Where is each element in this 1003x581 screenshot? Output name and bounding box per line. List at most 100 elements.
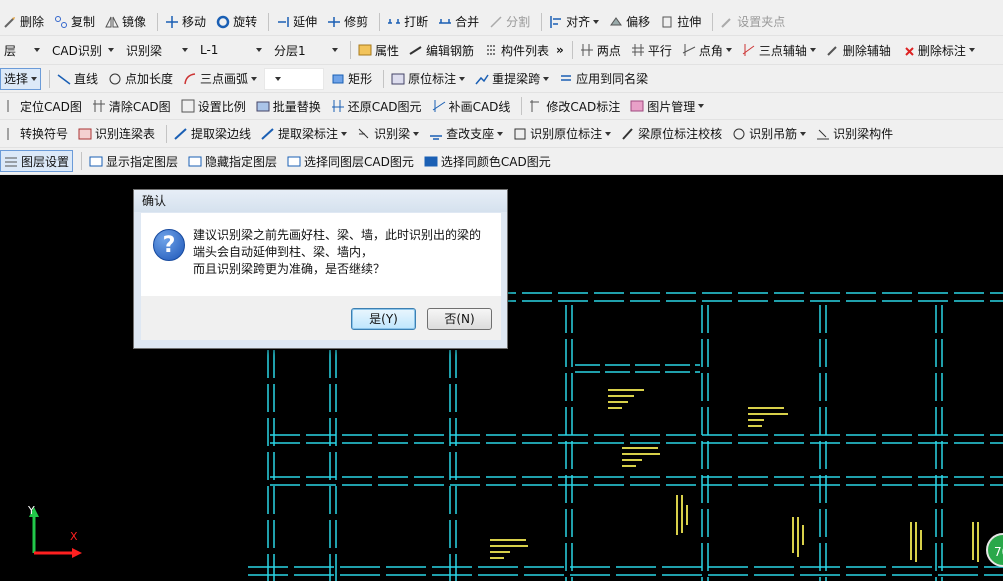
floor-select[interactable]: 分层1 <box>270 39 342 61</box>
point-angle-icon <box>682 44 696 56</box>
three-point-arc-button[interactable]: 三点画弧 <box>180 68 260 90</box>
delete-button[interactable]: 删除 <box>0 11 47 33</box>
scale-icon <box>181 99 195 113</box>
two-points-button[interactable]: 两点 <box>577 39 624 61</box>
select-same-layer-button[interactable]: 选择同图层CAD图元 <box>284 150 417 172</box>
separator <box>712 12 714 31</box>
point-length-button[interactable]: 点加长度 <box>105 68 176 90</box>
identify-in-situ-button[interactable]: 识别原位标注 <box>510 123 614 145</box>
select-tool-button[interactable]: 选择 <box>0 67 42 90</box>
modify-cad-label-label: 修改CAD标注 <box>546 99 621 114</box>
copy-button[interactable]: 复制 <box>51 11 98 33</box>
extract-beam-label-button[interactable]: 提取梁标注 <box>258 123 350 145</box>
redraw-cad-button[interactable]: 补画CAD线 <box>429 95 514 117</box>
annotation-mark <box>748 413 788 415</box>
merge-icon <box>439 18 452 24</box>
separator <box>157 12 159 31</box>
stretch-label: 拉伸 <box>677 15 702 29</box>
move-label: 移动 <box>182 15 207 29</box>
set-scale-button[interactable]: 设置比例 <box>178 95 249 117</box>
rotate-button[interactable]: 旋转 <box>213 11 260 33</box>
arc-icon <box>184 72 196 84</box>
extend-button[interactable]: 延伸 <box>273 11 320 33</box>
trim-button[interactable]: 修剪 <box>324 11 371 33</box>
hide-layer-button[interactable]: 隐藏指定图层 <box>185 150 280 172</box>
redraw-cad-icon <box>432 100 445 112</box>
offset-label: 偏移 <box>626 15 651 29</box>
clear-cad-icon <box>92 100 105 112</box>
delete-dimension-button[interactable]: 删除标注 <box>898 39 978 61</box>
batch-replace-button[interactable]: 批量替换 <box>253 95 324 117</box>
identify-beam-icon <box>358 128 369 138</box>
locate-cad-button[interactable]: 定位CAD图 <box>0 95 85 117</box>
annotation-mark <box>681 495 683 533</box>
cad-identify-select[interactable]: CAD识别 <box>48 39 118 61</box>
in-situ-label-button[interactable]: 原位标注 <box>388 68 468 90</box>
check-in-situ-button[interactable]: 梁原位标注校核 <box>618 123 725 145</box>
image-manage-button[interactable]: 图片管理 <box>627 95 707 117</box>
component-type-select[interactable]: 识别梁 <box>122 39 192 61</box>
set-grip-button[interactable]: 设置夹点 <box>717 11 788 33</box>
identify-beam-label: 识别梁 <box>374 127 411 141</box>
separator <box>571 41 573 59</box>
show-layer-button[interactable]: 显示指定图层 <box>86 150 181 172</box>
dialog-message-line: 端头会自动延伸到柱、梁、墙内， <box>193 245 374 259</box>
identify-hanger-label: 识别吊筋 <box>749 127 798 141</box>
parallel-button[interactable]: 平行 <box>628 39 675 61</box>
modify-support-label: 查改支座 <box>446 127 495 141</box>
layer-settings-label: 图层设置 <box>21 154 70 169</box>
extract-beam-edge-button[interactable]: 提取梁边线 <box>171 123 254 145</box>
annotation-mark <box>972 522 974 560</box>
delete-axis-button[interactable]: 删除辅轴 <box>823 39 894 61</box>
arc-mode-select[interactable] <box>264 67 325 90</box>
line-button[interactable]: 直线 <box>54 68 101 90</box>
component-name-select[interactable]: L-1 <box>196 39 266 61</box>
clear-cad-button[interactable]: 清除CAD图 <box>89 95 174 117</box>
modify-cad-label-button[interactable]: 修改CAD标注 <box>526 95 623 117</box>
yes-button[interactable]: 是(Y) <box>351 308 416 330</box>
three-point-axis-button[interactable]: 三点辅轴 <box>739 39 819 61</box>
identify-hanger-button[interactable]: 识别吊筋 <box>729 123 809 145</box>
check-in-situ-label: 梁原位标注校核 <box>638 127 723 141</box>
align-button[interactable]: 对齐 <box>546 11 602 33</box>
point-angle-button[interactable]: 点角 <box>679 39 735 61</box>
modify-label-icon <box>530 100 540 112</box>
edit-rebar-button[interactable]: 编辑钢筋 <box>406 39 477 61</box>
point-length-icon <box>109 73 121 84</box>
properties-icon <box>358 44 372 56</box>
annotation-mark <box>622 465 636 467</box>
identify-beam-button[interactable]: 识别梁 <box>354 123 422 145</box>
separator <box>383 69 385 88</box>
hide-layer-label: 隐藏指定图层 <box>205 154 278 169</box>
layer-select[interactable]: 层 <box>0 39 44 61</box>
no-button[interactable]: 否(N) <box>427 308 492 330</box>
break-button[interactable]: 打断 <box>384 11 431 33</box>
component-name-value: L-1 <box>200 43 219 57</box>
split-button[interactable]: 分割 <box>486 11 533 33</box>
cad-icon <box>89 156 103 167</box>
trim-label: 修剪 <box>344 15 369 29</box>
properties-button[interactable]: 属性 <box>355 39 402 61</box>
offset-button[interactable]: 偏移 <box>606 11 653 33</box>
annotation-mark <box>490 545 528 547</box>
identify-continuous-button[interactable]: 识别连梁表 <box>75 123 158 145</box>
select-same-color-button[interactable]: 选择同颜色CAD图元 <box>421 150 554 172</box>
rect-label: 矩形 <box>348 72 373 86</box>
identify-hanger-icon <box>733 128 745 139</box>
mirror-button[interactable]: 镜像 <box>102 11 149 33</box>
identify-beam-component-button[interactable]: 识别梁构件 <box>813 123 896 145</box>
toolbar-overflow-chevron[interactable]: » <box>556 43 564 57</box>
modify-support-button[interactable]: 查改支座 <box>426 123 506 145</box>
stretch-button[interactable]: 拉伸 <box>657 11 704 33</box>
layer-settings-button[interactable]: 图层设置 <box>0 150 74 172</box>
component-list-button[interactable]: 构件列表 <box>481 39 552 61</box>
rect-button[interactable]: 矩形 <box>328 68 375 90</box>
move-button[interactable]: 移动 <box>162 11 209 33</box>
restore-cad-button[interactable]: 还原CAD图元 <box>328 95 425 117</box>
apply-same-name-button[interactable]: 应用到同名梁 <box>556 68 651 90</box>
identify-in-situ-label: 识别原位标注 <box>530 127 603 141</box>
extract-span-button[interactable]: 重提梁跨 <box>472 68 552 90</box>
restore-cad-icon <box>331 100 344 112</box>
convert-symbol-button[interactable]: 转换符号 <box>0 123 71 145</box>
merge-button[interactable]: 合并 <box>435 11 482 33</box>
